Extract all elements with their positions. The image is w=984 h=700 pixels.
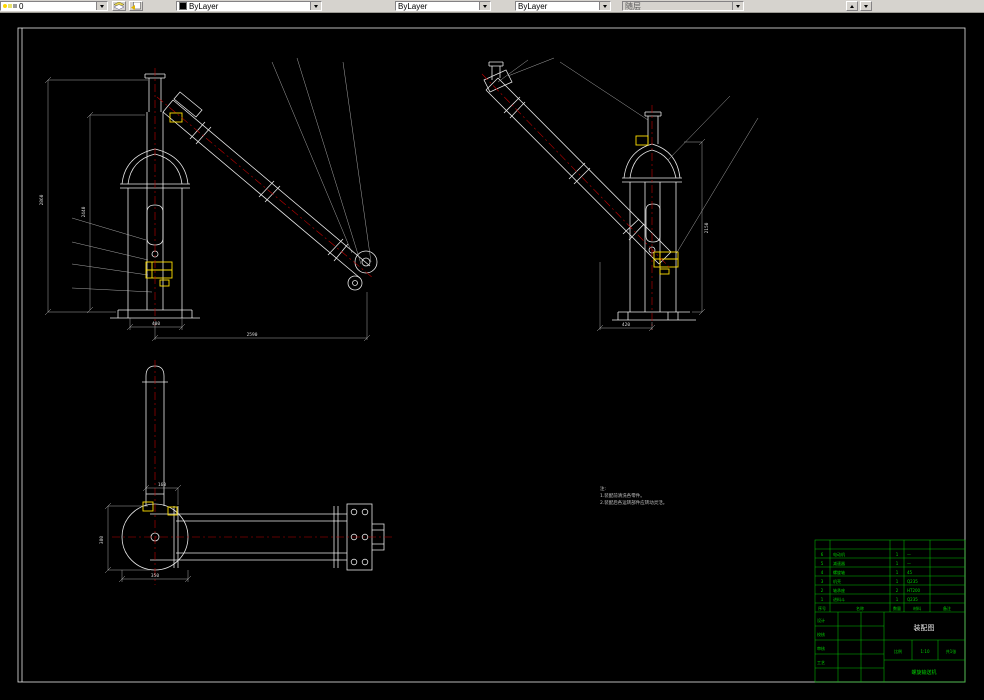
object-properties-toolbar: 0 ByLayer ByLayer ByLayer 随层 <box>0 0 984 13</box>
part-name: 电动机 <box>833 551 845 557</box>
centerlines-side <box>481 73 671 330</box>
list-header-qty: 数量 <box>893 605 901 611</box>
sun-icon <box>8 4 12 8</box>
part-material: Q235 <box>907 597 918 602</box>
notes-line1: 1.装配前清洗各零件。 <box>600 492 645 499</box>
lineweight-combo-value: ByLayer <box>518 1 548 11</box>
chevron-down-icon[interactable] <box>310 2 321 10</box>
chevron-down-icon <box>732 2 743 10</box>
part-name: 机壳 <box>833 578 841 584</box>
dim-plan-flange: 160 <box>158 482 166 488</box>
technical-notes: 注: 1.装配前清洗各零件。 2.装配后各运转部件应转动灵活。 <box>600 485 667 506</box>
color-swatch <box>179 2 187 10</box>
dim-plan-base: 350 <box>151 573 159 579</box>
part-no: 5 <box>821 561 824 566</box>
title-block: 序号 名称 数量 材料 备注 6 电动机 1 — 5 减速器 1 — 4 螺旋轴… <box>814 539 966 683</box>
dimensions-side <box>497 57 759 332</box>
dimensions-front <box>44 57 372 342</box>
label-scale: 比例 <box>894 648 902 654</box>
part-material: 45 <box>907 570 913 575</box>
part-name: 减速器 <box>833 560 845 566</box>
part-qty: 1 <box>896 579 899 584</box>
list-header-material: 材料 <box>913 605 921 611</box>
scale-value: 1:10 <box>921 649 930 654</box>
part-no: 4 <box>821 570 824 575</box>
dim-side-height: 2150 <box>704 222 710 233</box>
layers-icon <box>114 2 124 10</box>
drive-unit-front <box>145 112 183 287</box>
toolbar-scroll-down-button[interactable] <box>860 1 872 11</box>
linetype-combo-value: ByLayer <box>398 1 428 11</box>
color-combo-value: ByLayer <box>189 1 219 11</box>
color-combo[interactable]: ByLayer <box>176 1 322 11</box>
cad-application-window: 0 ByLayer ByLayer ByLayer 随层 2860 2440 2… <box>0 0 984 700</box>
part-name: 进料斗 <box>833 596 845 602</box>
list-header-no: 序号 <box>818 605 826 611</box>
chevron-down-icon[interactable] <box>96 2 107 10</box>
drawing-canvas[interactable]: 2860 2440 2590 400 2150 420 380 160 350 … <box>0 12 984 700</box>
part-no: 2 <box>821 588 824 593</box>
layer-combo[interactable]: 0 <box>0 1 108 11</box>
dim-front-mid-height: 2440 <box>81 206 87 217</box>
part-no: 1 <box>821 597 824 602</box>
make-object-layer-current-button[interactable] <box>112 1 126 11</box>
part-material: HT200 <box>907 588 921 593</box>
front-view: 2860 2440 2590 400 <box>39 57 378 342</box>
list-header-name: 名称 <box>856 605 864 611</box>
part-no: 3 <box>821 579 824 584</box>
label-check: 校核 <box>817 631 825 637</box>
part-name: 轴承座 <box>833 587 845 593</box>
part-no: 6 <box>821 552 824 557</box>
sheet-count: 共1张 <box>946 648 957 654</box>
layer-previous-button[interactable] <box>129 1 143 11</box>
plotstyle-combo: 随层 <box>622 1 744 11</box>
part-qty: 2 <box>896 588 899 593</box>
layer-previous-icon <box>131 2 141 10</box>
layer-state-icons <box>3 4 17 8</box>
part-material: — <box>907 552 911 557</box>
dim-plan-height: 380 <box>99 536 105 544</box>
part-material: — <box>907 561 911 566</box>
list-header-remark: 备注 <box>943 605 951 611</box>
part-qty: 1 <box>896 597 899 602</box>
toolbar-scroll-up-button[interactable] <box>846 1 858 11</box>
chevron-down-icon[interactable] <box>599 2 610 10</box>
notes-title: 注: <box>600 485 606 492</box>
lineweight-combo[interactable]: ByLayer <box>515 1 611 11</box>
notes-line2: 2.装配后各运转部件应转动灵活。 <box>600 499 667 506</box>
dim-side-base: 420 <box>622 322 630 328</box>
part-qty: 1 <box>896 552 899 557</box>
dim-front-base: 400 <box>152 321 160 327</box>
linetype-combo[interactable]: ByLayer <box>395 1 491 11</box>
dim-front-height: 2860 <box>39 194 45 205</box>
part-material: Q235 <box>907 579 918 584</box>
product-name: 螺旋输送机 <box>911 669 936 676</box>
part-qty: 1 <box>896 570 899 575</box>
dim-front-span: 2590 <box>247 332 258 338</box>
part-qty: 1 <box>896 561 899 566</box>
label-design: 设计 <box>817 617 825 623</box>
layer-combo-value: 0 <box>19 1 24 11</box>
chevron-down-icon[interactable] <box>479 2 490 10</box>
model-space: 2860 2440 2590 400 2150 420 380 160 350 … <box>0 12 984 700</box>
label-process: 工艺 <box>817 660 825 665</box>
label-approve: 审核 <box>817 645 825 651</box>
centerlines-plan <box>112 360 392 585</box>
part-name: 螺旋轴 <box>833 569 845 575</box>
drawing-title: 装配图 <box>914 623 935 632</box>
side-view: 2150 420 <box>481 57 759 332</box>
plotstyle-combo-value: 随层 <box>625 1 641 11</box>
bulb-icon <box>3 4 7 8</box>
plan-view: 380 160 350 <box>99 360 392 585</box>
